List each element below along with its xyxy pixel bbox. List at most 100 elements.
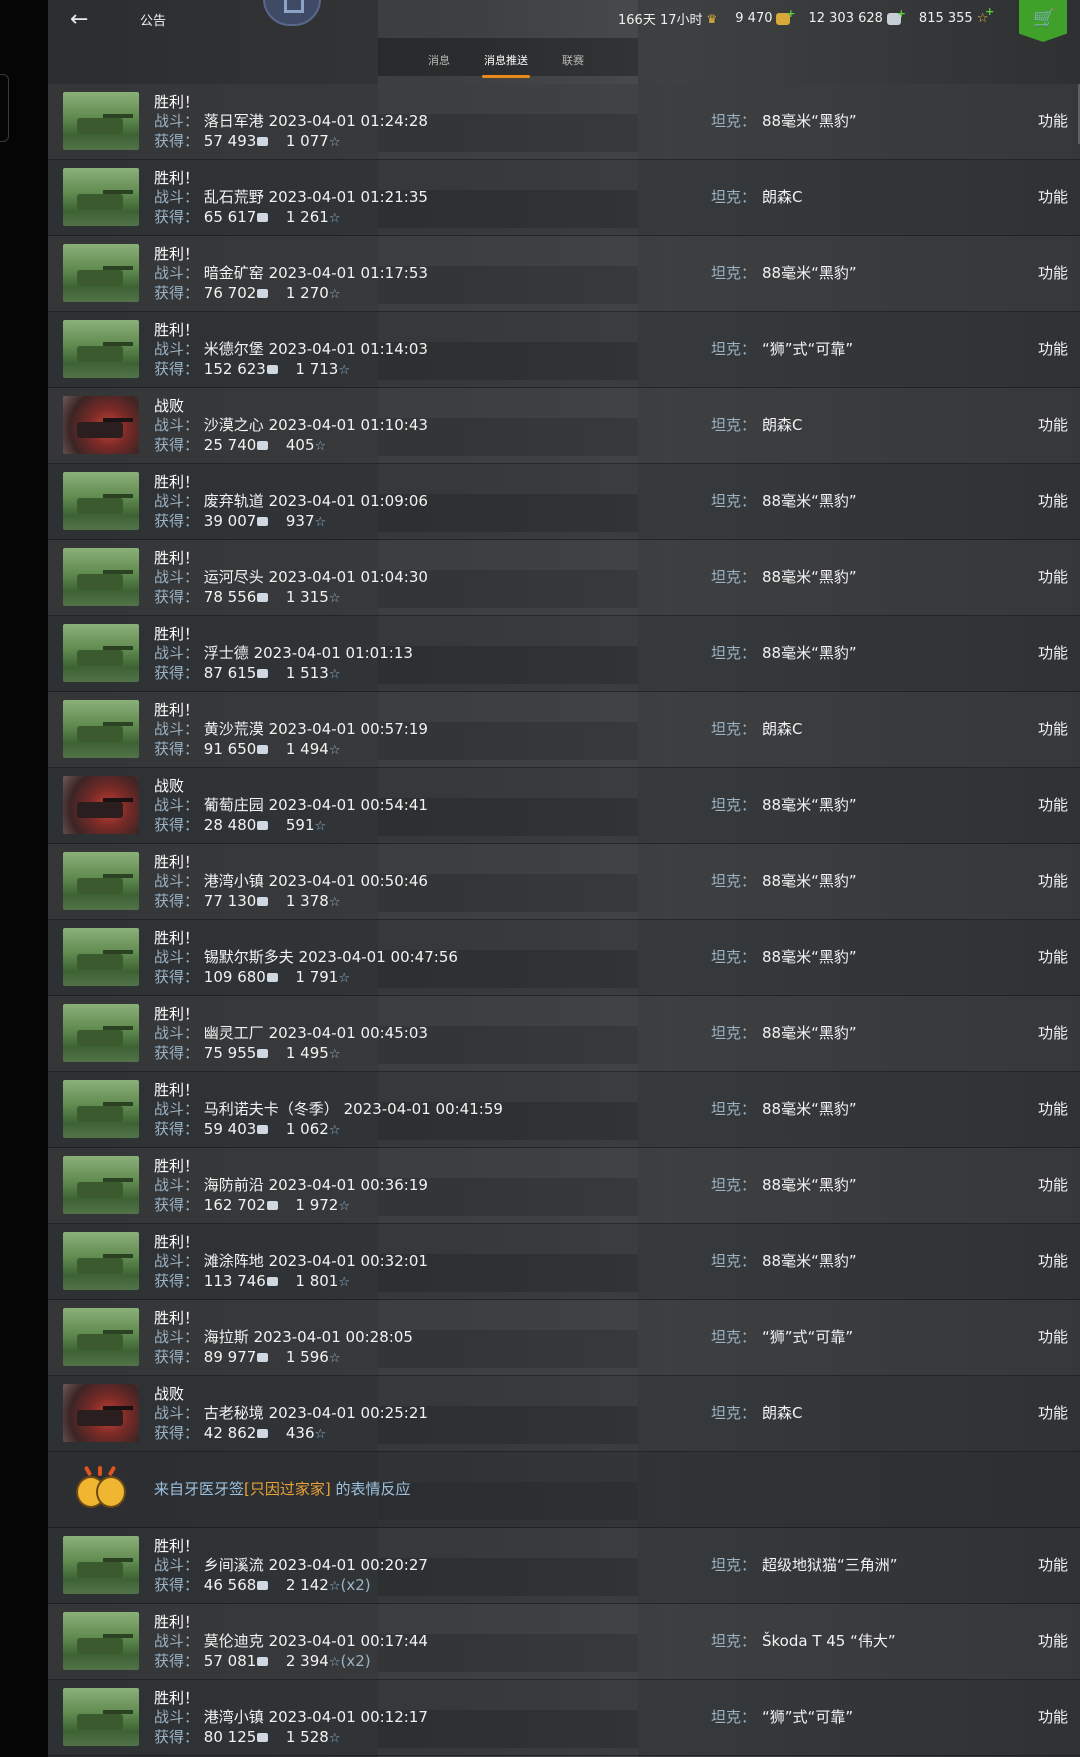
battle-earnings: 获得： 57 081 2 394☆(x2) [154,1650,371,1671]
battle-result-row[interactable]: 胜利！ 战斗： 废弃轨道 2023-04-01 01:09:06 获得： 39 … [48,464,1080,540]
premium-time[interactable]: 166天 17小时 ♛ [618,9,717,29]
battle-info: 战斗： 落日军港 2023-04-01 01:24:28 [154,110,428,131]
battle-time: 2023-04-01 01:21:35 [268,188,428,206]
function-button[interactable]: 功能 [1038,414,1068,435]
battle-result: 胜利！ [154,549,200,567]
battle-result-row[interactable]: 胜利！ 战斗： 运河尽头 2023-04-01 01:04:30 获得： 78 … [48,540,1080,616]
tab-messages[interactable]: 消息 [428,52,450,78]
battle-info: 战斗： 米德尔堡 2023-04-01 01:14:03 [154,338,428,359]
free-xp-balance[interactable]: 815 355 ☆ + [919,5,994,28]
function-button[interactable]: 功能 [1038,1554,1068,1575]
battle-result-row[interactable]: 胜利！ 战斗： 黄沙荒漠 2023-04-01 00:57:19 获得： 91 … [48,692,1080,768]
battle-label: 战斗： [154,1632,200,1650]
earned-label: 获得： [154,284,200,302]
battle-label: 战斗： [154,416,200,434]
silver-icon [257,213,269,222]
tab-push-messages[interactable]: 消息推送 [482,52,530,78]
battle-result-row[interactable]: 胜利！ 战斗： 乱石荒野 2023-04-01 01:21:35 获得： 65 … [48,160,1080,236]
tank-image [77,878,123,894]
side-pull-tab[interactable] [0,74,9,142]
battle-result-row[interactable]: 胜利！ 战斗： 浮士德 2023-04-01 01:01:13 获得： 87 6… [48,616,1080,692]
spark-mark [98,1466,102,1476]
tank-label: 坦克： [711,1556,757,1574]
tab-league[interactable]: 联赛 [562,52,584,78]
xp-star-icon: ☆ [328,667,341,682]
battle-result-row[interactable]: 胜利！ 战斗： 莫伦迪克 2023-04-01 00:17:44 获得： 57 … [48,1604,1080,1680]
battle-result-row[interactable]: 胜利！ 战斗： 海防前沿 2023-04-01 00:36:19 获得： 162… [48,1148,1080,1224]
earned-credits: 46 568 [203,1576,257,1594]
function-button[interactable]: 功能 [1038,1250,1068,1271]
battle-time: 2023-04-01 00:25:21 [268,1404,428,1422]
battle-result-row[interactable]: 胜利！ 战斗： 滩涂阵地 2023-04-01 00:32:01 获得： 113… [48,1224,1080,1300]
earned-label: 获得： [154,588,200,606]
earned-xp: 1 596 [285,1348,329,1366]
tank-name: 88毫米“黑豹” [762,568,857,586]
function-button[interactable]: 功能 [1038,1174,1068,1195]
battle-info: 战斗： 港湾小镇 2023-04-01 00:50:46 [154,870,428,891]
battle-result-row[interactable]: 胜利！ 战斗： 米德尔堡 2023-04-01 01:14:03 获得： 152… [48,312,1080,388]
battle-result-row[interactable]: 胜利！ 战斗： 港湾小镇 2023-04-01 00:50:46 获得： 77 … [48,844,1080,920]
xp-star-icon: ☆ [328,1123,341,1138]
battle-thumbnail [63,168,139,226]
battle-result-row[interactable]: 战败 战斗： 葡萄庄园 2023-04-01 00:54:41 获得： 28 4… [48,768,1080,844]
battle-info: 战斗： 葡萄庄园 2023-04-01 00:54:41 [154,794,428,815]
battle-result: 胜利！ [154,1613,200,1631]
battle-time: 2023-04-01 01:04:30 [268,568,428,586]
tank-barrel [103,570,133,574]
back-arrow-icon[interactable]: ← [70,6,100,34]
tank-barrel [103,114,133,118]
battle-result-row[interactable]: 胜利！ 战斗： 马利诺夫卡（冬季） 2023-04-01 00:41:59 获得… [48,1072,1080,1148]
xp-star-icon: ☆ [338,971,350,986]
tank-image [77,1030,123,1046]
earned-xp: 1 495 [285,1044,329,1062]
battle-result-row[interactable]: 胜利！ 战斗： 锡默尔斯多夫 2023-04-01 00:47:56 获得： 1… [48,920,1080,996]
tank-barrel [103,494,133,498]
battle-label: 战斗： [154,872,200,890]
battle-result-row[interactable]: 胜利！ 战斗： 幽灵工厂 2023-04-01 00:45:03 获得： 75 … [48,996,1080,1072]
function-button[interactable]: 功能 [1038,642,1068,663]
tank-name: 朗森C [762,1404,803,1422]
function-button[interactable]: 功能 [1038,1326,1068,1347]
function-button[interactable]: 功能 [1038,1630,1068,1651]
shop-button[interactable]: 🛒 [1019,0,1067,42]
function-button[interactable]: 功能 [1038,1022,1068,1043]
battle-result-row[interactable]: 胜利！ 战斗： 海拉斯 2023-04-01 00:28:05 获得： 89 9… [48,1300,1080,1376]
earned-credits: 28 480 [203,816,257,834]
tank-name: 88毫米“黑豹” [762,112,857,130]
credits-balance[interactable]: 12 303 628 + [808,7,905,28]
battle-result-row[interactable]: 胜利！ 战斗： 暗金矿窑 2023-04-01 01:17:53 获得： 76 … [48,236,1080,312]
earned-label: 获得： [154,436,200,454]
reaction-notice-row[interactable]: 来自牙医牙签[只因过家家] 的表情反应 [48,1452,1080,1528]
tank-barrel [103,1254,133,1258]
function-button[interactable]: 功能 [1038,870,1068,891]
battle-result-row[interactable]: 胜利！ 战斗： 乡间溪流 2023-04-01 00:20:27 获得： 46 … [48,1528,1080,1604]
tank-label: 坦克： [711,264,757,282]
function-button[interactable]: 功能 [1038,110,1068,131]
battle-result-row[interactable]: 战败 战斗： 古老秘境 2023-04-01 00:25:21 获得： 42 8… [48,1376,1080,1452]
function-button[interactable]: 功能 [1038,1098,1068,1119]
hand-right [96,1476,126,1508]
function-button[interactable]: 功能 [1038,262,1068,283]
function-button[interactable]: 功能 [1038,946,1068,967]
map-name: 滩涂阵地 [203,1252,264,1270]
battle-result-row[interactable]: 胜利！ 战斗： 落日军港 2023-04-01 01:24:28 获得： 57 … [48,84,1080,160]
tank-label: 坦克： [711,568,757,586]
battle-thumbnail [63,472,139,530]
xp-multiplier: (x2) [340,1576,371,1594]
function-button[interactable]: 功能 [1038,1706,1068,1727]
battle-result-row[interactable]: 胜利！ 战斗： 港湾小镇 2023-04-01 00:12:17 获得： 80 … [48,1680,1080,1756]
function-button[interactable]: 功能 [1038,566,1068,587]
spark-mark [107,1465,117,1477]
function-button[interactable]: 功能 [1038,1402,1068,1423]
function-button[interactable]: 功能 [1038,186,1068,207]
clan-emblem[interactable] [263,0,321,26]
function-button[interactable]: 功能 [1038,490,1068,511]
function-button[interactable]: 功能 [1038,794,1068,815]
clan-tag[interactable]: [只因过家家] [244,1480,331,1498]
function-button[interactable]: 功能 [1038,718,1068,739]
function-button[interactable]: 功能 [1038,338,1068,359]
battle-label: 战斗： [154,188,200,206]
gold-balance[interactable]: 9 470 + [735,7,795,28]
tank-image [77,346,123,362]
battle-result-row[interactable]: 战败 战斗： 沙漠之心 2023-04-01 01:10:43 获得： 25 7… [48,388,1080,464]
